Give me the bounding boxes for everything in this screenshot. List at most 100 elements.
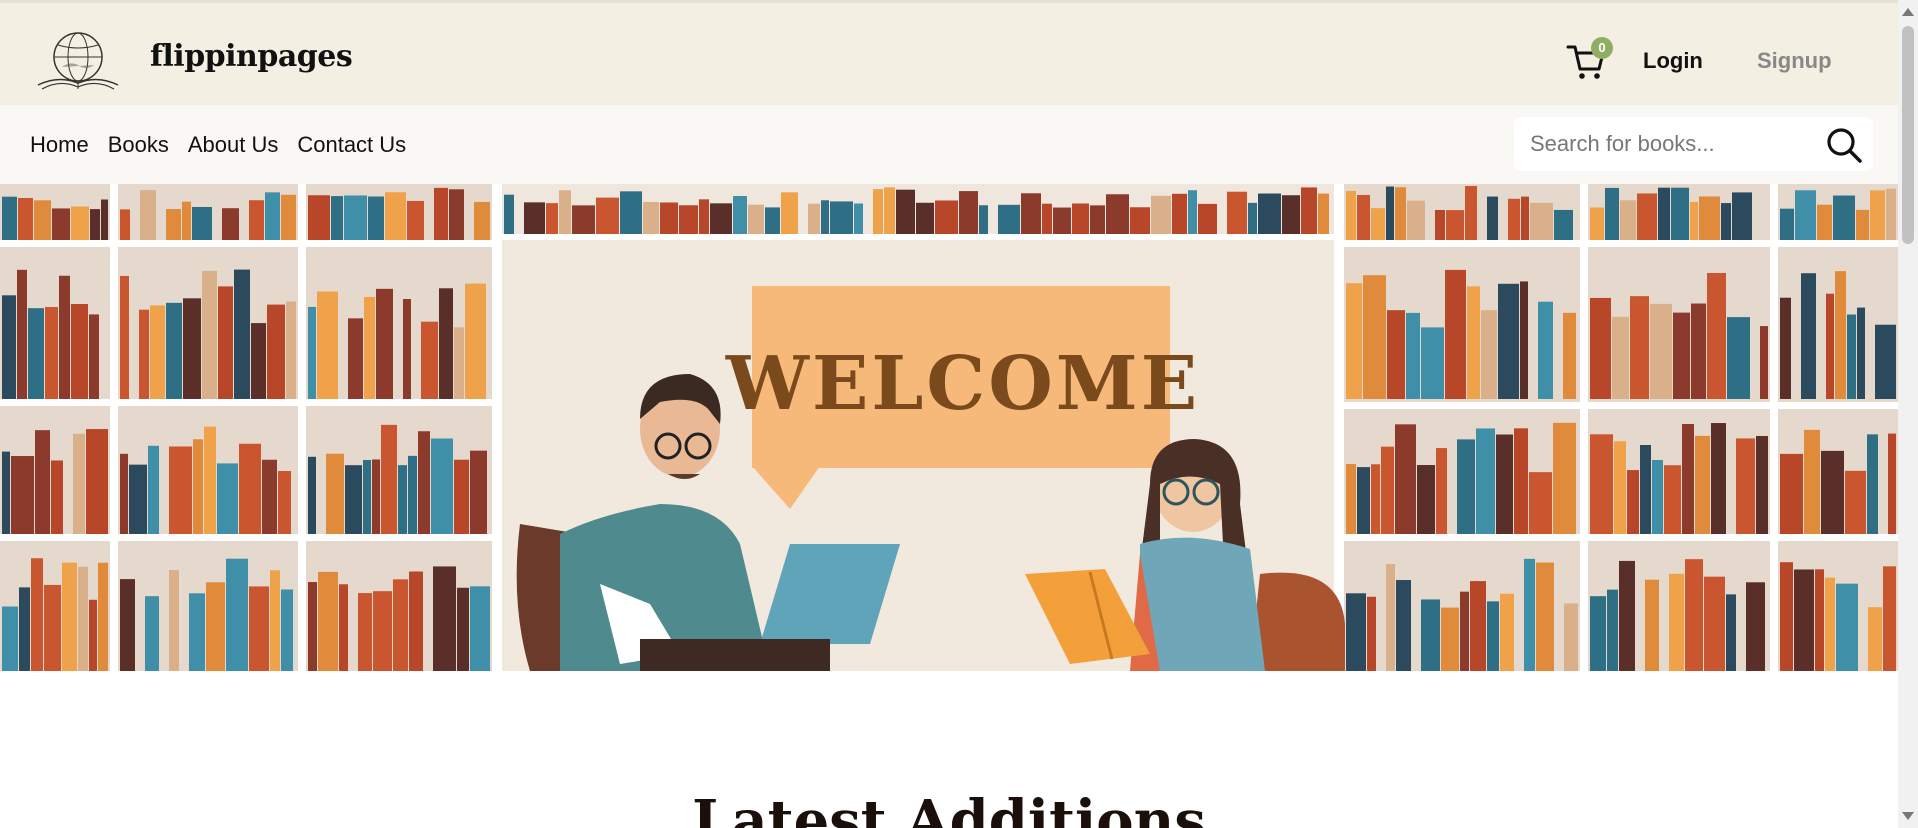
shelf-book bbox=[251, 323, 266, 399]
shelf-book bbox=[71, 206, 89, 240]
shelf-book bbox=[1417, 465, 1435, 534]
shelf-book bbox=[166, 209, 181, 240]
shelf-book bbox=[2, 295, 16, 399]
shelf-book bbox=[1227, 191, 1247, 234]
shelf-book bbox=[1845, 470, 1866, 534]
shelf-book bbox=[449, 189, 464, 240]
shelf-book bbox=[1847, 314, 1856, 399]
shelf-book bbox=[101, 199, 108, 240]
shelf-book bbox=[1282, 195, 1300, 234]
shelf-book bbox=[1188, 190, 1197, 234]
shelf-book bbox=[192, 206, 212, 240]
shelf-book bbox=[418, 431, 430, 534]
shelf-book bbox=[89, 599, 97, 671]
shelf-book bbox=[1664, 465, 1681, 534]
shelf-book bbox=[1346, 463, 1356, 534]
shelf-book bbox=[1690, 201, 1698, 240]
shelf-book bbox=[2, 451, 10, 534]
nav-contact-us[interactable]: Contact Us bbox=[297, 132, 406, 158]
shelf-book bbox=[935, 200, 958, 234]
shelf-book bbox=[222, 208, 239, 240]
shelf-book bbox=[348, 318, 363, 399]
shelf-book bbox=[439, 288, 453, 399]
shelf-book bbox=[1198, 203, 1217, 234]
shelf-book bbox=[363, 460, 371, 534]
scroll-thumb[interactable] bbox=[1902, 26, 1914, 244]
shelf-book bbox=[431, 438, 453, 534]
shelf-book bbox=[308, 456, 316, 534]
shelf-book bbox=[457, 587, 469, 671]
shelf-book bbox=[1538, 301, 1553, 399]
scroll-up-arrow-icon[interactable] bbox=[1902, 8, 1914, 16]
shelf-book bbox=[1387, 310, 1405, 399]
shelf-book bbox=[344, 195, 367, 240]
shelf-book bbox=[748, 204, 764, 234]
shelf-book bbox=[1498, 283, 1519, 399]
shelf-book bbox=[1857, 307, 1865, 399]
shelf-book bbox=[1685, 559, 1703, 671]
shelf-book bbox=[1021, 193, 1041, 234]
shelf-book bbox=[376, 288, 393, 399]
nav-books[interactable]: Books bbox=[108, 132, 169, 158]
shelf-book bbox=[679, 205, 698, 234]
shelf-book bbox=[78, 566, 88, 671]
shelf-book bbox=[239, 443, 261, 534]
shelf-book bbox=[407, 200, 424, 240]
search-input[interactable] bbox=[1530, 127, 1800, 161]
login-button[interactable]: Login bbox=[1643, 48, 1703, 74]
shelf-book bbox=[808, 203, 820, 234]
shelf-book bbox=[1867, 434, 1878, 534]
page-scrollbar[interactable] bbox=[1898, 0, 1918, 828]
shelf-book bbox=[1746, 582, 1765, 671]
globe-book-logo-icon[interactable] bbox=[34, 27, 122, 91]
shelf-book bbox=[1346, 593, 1366, 671]
shelf-book bbox=[474, 201, 490, 240]
shelf-book bbox=[1396, 580, 1411, 671]
shelf-book bbox=[358, 593, 372, 671]
shelf-book bbox=[1421, 327, 1444, 399]
shelf-book bbox=[183, 298, 201, 399]
shelf-book bbox=[150, 305, 165, 399]
shelf-book bbox=[1564, 603, 1578, 671]
shelf-book bbox=[1645, 579, 1659, 671]
shelf-book bbox=[1457, 439, 1475, 534]
shelf-book bbox=[364, 296, 375, 399]
shelf-book bbox=[345, 465, 362, 534]
shelf-book bbox=[28, 308, 44, 399]
shelf-book bbox=[1172, 193, 1187, 234]
shelf-book bbox=[368, 196, 384, 240]
shelf-book bbox=[318, 571, 338, 671]
shelf-book bbox=[89, 314, 99, 399]
nav-about-us[interactable]: About Us bbox=[188, 132, 279, 158]
shelf-book bbox=[596, 197, 619, 234]
shelf-book bbox=[434, 187, 448, 240]
shelf-book bbox=[35, 430, 50, 534]
brand-name[interactable]: flippinpages bbox=[150, 39, 353, 74]
shelf-book bbox=[403, 299, 411, 399]
shelf-book bbox=[398, 465, 407, 534]
signup-button[interactable]: Signup bbox=[1757, 48, 1832, 74]
shelf-book bbox=[1868, 607, 1882, 671]
shelf-book bbox=[1590, 297, 1611, 399]
shelf-book bbox=[52, 208, 70, 240]
shelf-book bbox=[660, 202, 678, 234]
shelf-book bbox=[59, 275, 70, 399]
shelf-book bbox=[504, 194, 514, 234]
shelf-book bbox=[1476, 428, 1495, 534]
shelf-book bbox=[1836, 583, 1858, 671]
shelf-book bbox=[1652, 459, 1663, 534]
shelf-book bbox=[998, 204, 1020, 234]
shelf-book bbox=[1487, 601, 1499, 671]
shelf-book bbox=[733, 195, 747, 234]
shelf-book bbox=[409, 571, 423, 671]
shelf-book bbox=[317, 291, 338, 399]
shelf-book bbox=[1386, 186, 1394, 240]
nav-home[interactable]: Home bbox=[30, 132, 89, 158]
shelf-book bbox=[1695, 435, 1710, 534]
shelf-book bbox=[1446, 210, 1464, 240]
search-icon[interactable] bbox=[1825, 126, 1863, 164]
shelf-book bbox=[308, 306, 316, 399]
shelf-book bbox=[1130, 207, 1150, 234]
scroll-down-arrow-icon[interactable] bbox=[1902, 812, 1914, 820]
shelf-book bbox=[1441, 607, 1459, 671]
